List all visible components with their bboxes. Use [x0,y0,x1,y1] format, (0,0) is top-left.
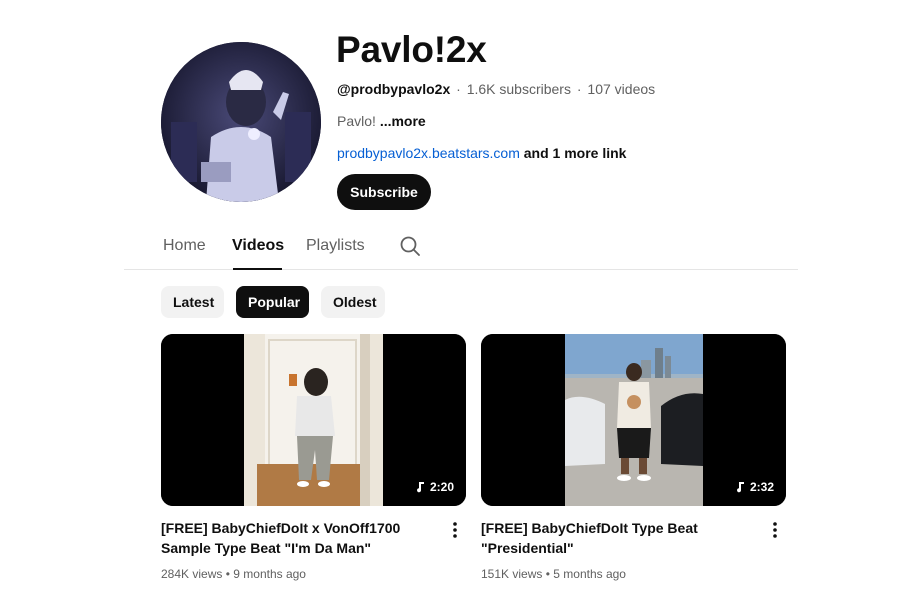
video-meta: 151K views • 5 months ago [481,566,626,582]
channel-avatar[interactable] [161,42,321,202]
video-count: 107 videos [587,81,656,97]
search-icon[interactable] [398,234,422,258]
video-title[interactable]: [FREE] BabyChiefDoIt x VonOff1700 Sample… [161,518,439,558]
music-note-icon [416,482,424,493]
more-links-button[interactable]: and 1 more link [524,145,627,161]
duration-text: 2:20 [429,480,454,494]
tab-home[interactable]: Home [163,236,206,256]
description-more-link[interactable]: ...more [380,113,426,129]
view-count: 151K views [481,567,543,581]
video-thumbnail[interactable]: 2:20 [161,334,466,506]
channel-tabs: Home Videos Playlists [124,222,798,270]
duration-text: 2:32 [749,480,774,494]
music-note-icon [736,482,744,493]
video-card[interactable]: 2:32 [FREE] BabyChiefDoIt Type Beat "Pre… [481,334,786,581]
video-title[interactable]: [FREE] BabyChiefDoIt Type Beat "Presiden… [481,518,759,558]
subscriber-count: 1.6K subscribers [466,81,571,97]
meta-separator: · [456,81,461,97]
channel-meta: @prodbypavlo2x · 1.6K subscribers · 107 … [337,80,655,98]
subscribe-button[interactable]: Subscribe [337,174,431,210]
more-vert-icon[interactable] [767,520,783,540]
active-tab-indicator [233,268,282,270]
filter-chip-latest[interactable]: Latest [161,286,224,318]
channel-description[interactable]: Pavlo! ...more [337,112,426,130]
meta-separator: • [225,567,230,581]
channel-handle: @prodbypavlo2x [337,81,451,97]
channel-links: prodbypavlo2x.beatstars.com and 1 more l… [337,144,626,162]
filter-chip-popular[interactable]: Popular [236,286,309,318]
channel-name: Pavlo!2x [336,29,487,70]
tab-videos[interactable]: Videos [232,236,284,256]
video-duration: 2:20 [414,480,454,494]
video-thumbnail[interactable]: 2:32 [481,334,786,506]
video-duration: 2:32 [734,480,774,494]
filter-chip-oldest[interactable]: Oldest [321,286,385,318]
avatar-image [161,42,321,202]
video-card[interactable]: 2:20 [FREE] BabyChiefDoIt x VonOff1700 S… [161,334,466,581]
upload-age: 5 months ago [553,567,626,581]
meta-separator: · [576,81,582,97]
meta-separator: • [545,567,550,581]
tab-playlists[interactable]: Playlists [306,236,365,256]
video-meta: 284K views • 9 months ago [161,566,306,582]
upload-age: 9 months ago [233,567,306,581]
more-vert-icon[interactable] [447,520,463,540]
channel-external-link[interactable]: prodbypavlo2x.beatstars.com [337,145,520,161]
description-text: Pavlo! [337,113,376,129]
view-count: 284K views [161,567,223,581]
